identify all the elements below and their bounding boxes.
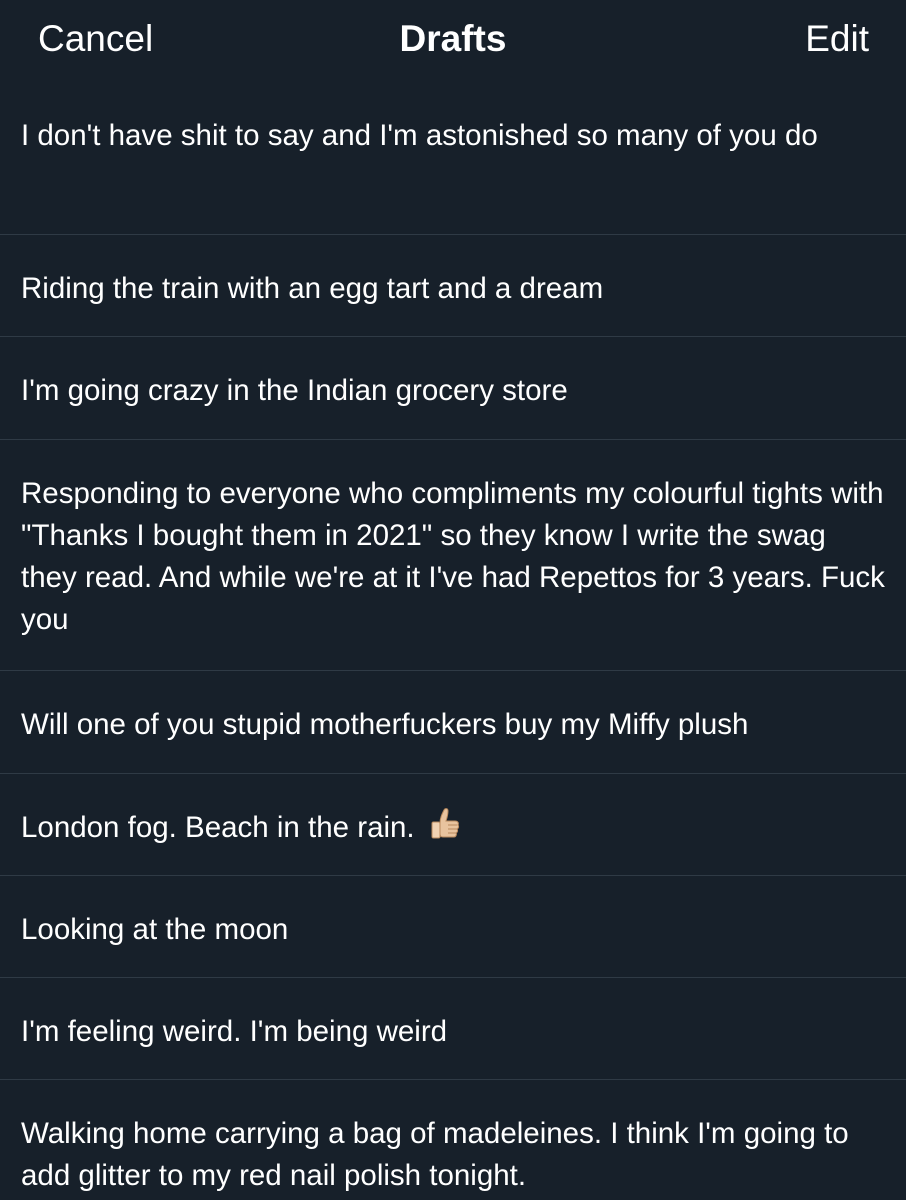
draft-text: Looking at the moon: [21, 913, 289, 946]
draft-item[interactable]: I'm going crazy in the Indian grocery st…: [0, 337, 906, 440]
edit-button[interactable]: Edit: [805, 17, 869, 61]
navigation-bar: Cancel Drafts Edit: [0, 0, 906, 82]
draft-text: Responding to everyone who compliments m…: [21, 477, 885, 636]
draft-text: London fog. Beach in the rain.: [21, 811, 415, 844]
draft-text: Will one of you stupid motherfuckers buy…: [21, 708, 749, 741]
draft-text: Walking home carrying a bag of madeleine…: [21, 1117, 849, 1192]
draft-item[interactable]: London fog. Beach in the rain.: [0, 774, 906, 876]
draft-text: I'm going crazy in the Indian grocery st…: [21, 374, 568, 407]
draft-item[interactable]: I'm feeling weird. I'm being weird: [0, 978, 906, 1080]
draft-item[interactable]: Riding the train with an egg tart and a …: [0, 235, 906, 337]
thumbs-up-icon: [431, 808, 459, 839]
draft-text: Riding the train with an egg tart and a …: [21, 272, 604, 305]
draft-item[interactable]: Walking home carrying a bag of madeleine…: [0, 1080, 906, 1200]
cancel-button[interactable]: Cancel: [38, 17, 153, 61]
draft-item[interactable]: I don't have shit to say and I'm astonis…: [0, 82, 906, 235]
draft-item[interactable]: Will one of you stupid motherfuckers buy…: [0, 671, 906, 774]
draft-item[interactable]: Responding to everyone who compliments m…: [0, 440, 906, 671]
draft-item[interactable]: Looking at the moon: [0, 876, 906, 978]
draft-text: I'm feeling weird. I'm being weird: [21, 1015, 448, 1048]
drafts-list: I don't have shit to say and I'm astonis…: [0, 82, 906, 1200]
draft-text: I don't have shit to say and I'm astonis…: [21, 119, 818, 152]
